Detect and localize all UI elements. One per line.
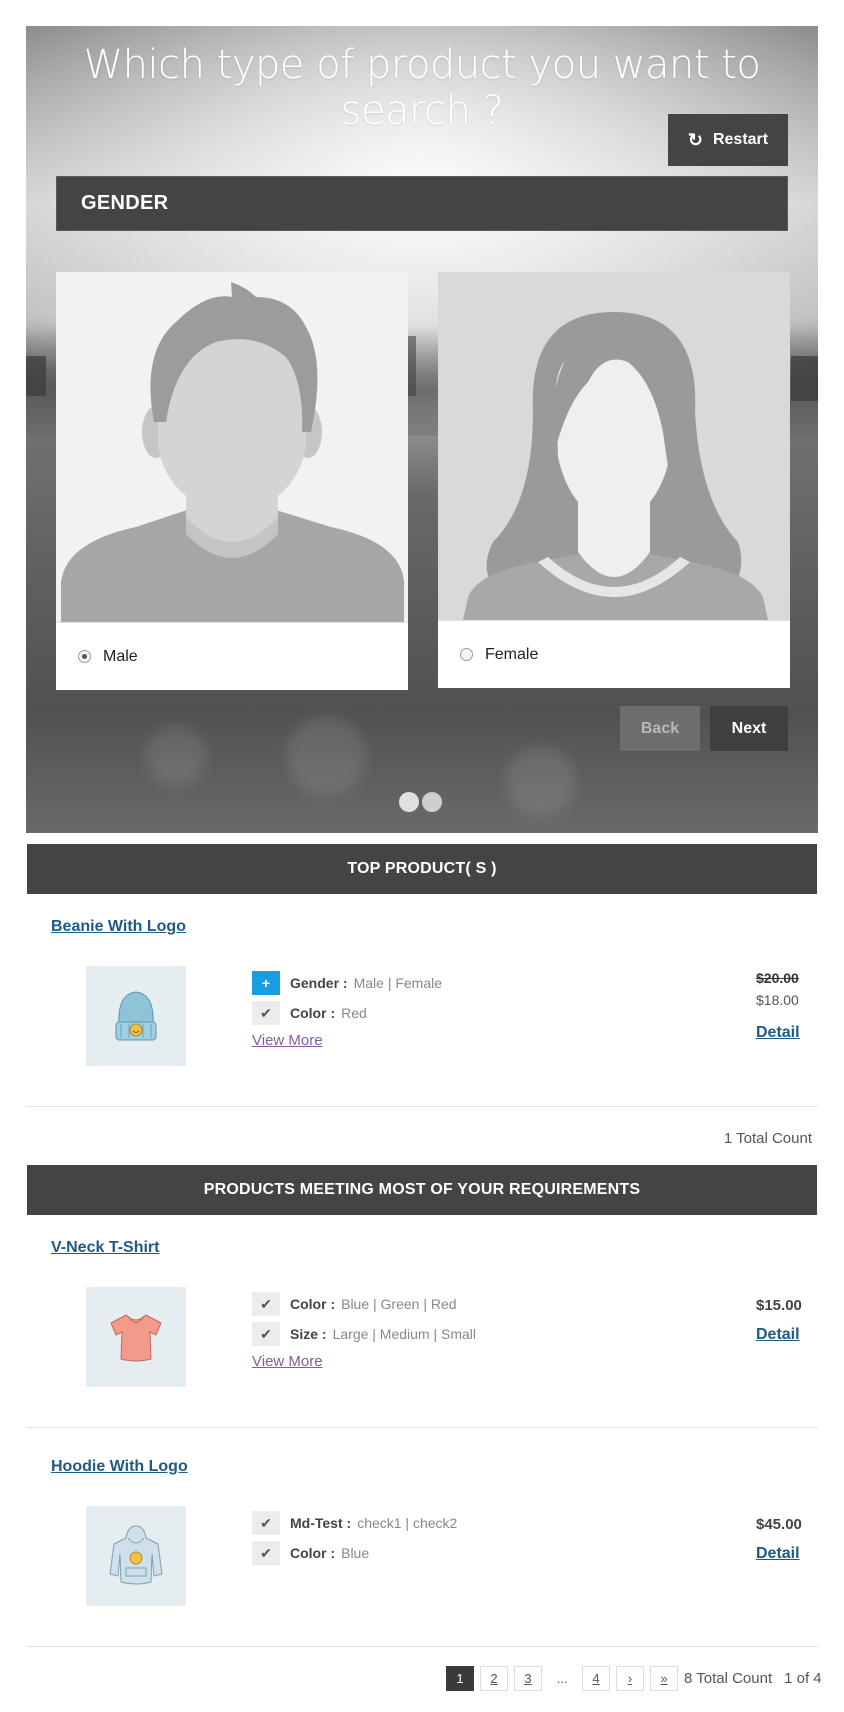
male-silhouette-icon	[56, 272, 408, 622]
top-products-total-count: 1 Total Count	[723, 1130, 812, 1147]
product-attributes: ✔ Color : Blue | Green | Red ✔ Size : La…	[252, 1291, 476, 1371]
divider	[26, 1646, 818, 1647]
option-female-label-row[interactable]: Female	[438, 620, 790, 688]
beanie-image-icon	[115, 991, 157, 1041]
pagination: 1 2 3 ... 4 › » 8 Total Count 1 of 4	[446, 1666, 822, 1691]
step-dot[interactable]	[422, 792, 442, 812]
product-thumbnail[interactable]	[86, 966, 186, 1066]
attribute-value: check1 | check2	[357, 1515, 458, 1531]
background-building	[26, 356, 46, 396]
attribute-row: ✔ Color : Red	[252, 1000, 442, 1026]
next-button[interactable]: Next	[710, 706, 788, 751]
attribute-key: Color :	[290, 1545, 336, 1561]
female-radio[interactable]	[460, 648, 473, 661]
check-icon: ✔	[252, 1511, 280, 1535]
check-icon: ✔	[252, 1292, 280, 1316]
detail-link[interactable]: Detail	[756, 1545, 802, 1563]
option-male[interactable]: Male	[56, 272, 408, 690]
price-column: $20.00 $18.00 Detail	[756, 970, 800, 1042]
page-link-4[interactable]: 4	[582, 1666, 610, 1691]
background-bokeh	[286, 716, 366, 796]
product-finder-wizard: Which type of product you want to search…	[26, 26, 818, 833]
check-icon: ✔	[252, 1001, 280, 1025]
step-dot[interactable]	[399, 792, 419, 812]
female-silhouette-icon	[438, 272, 790, 620]
check-icon: ✔	[252, 1541, 280, 1565]
female-label: Female	[485, 645, 539, 663]
attribute-value: Blue | Green | Red	[341, 1296, 457, 1312]
attribute-row: + Gender : Male | Female	[252, 970, 442, 996]
view-more-link[interactable]: View More	[252, 1032, 323, 1049]
attribute-key: Md-Test :	[290, 1515, 352, 1531]
detail-link[interactable]: Detail	[756, 1326, 802, 1344]
male-avatar-image	[56, 272, 408, 622]
background-bokeh	[146, 726, 206, 786]
check-icon: ✔	[252, 1322, 280, 1346]
restart-label: Restart	[712, 131, 769, 148]
refresh-icon: ↻	[687, 129, 703, 150]
restart-button[interactable]: ↻ Restart	[668, 114, 788, 166]
attribute-value: Large | Medium | Small	[332, 1326, 477, 1342]
attribute-key: Size :	[290, 1326, 327, 1342]
detail-link[interactable]: Detail	[756, 1024, 800, 1042]
product-title-link[interactable]: V-Neck T-Shirt	[51, 1239, 159, 1257]
product-title-link[interactable]: Hoodie With Logo	[51, 1458, 188, 1476]
attribute-key: Gender :	[290, 975, 348, 991]
price: $15.00	[756, 1297, 802, 1314]
product-attributes: + Gender : Male | Female ✔ Color : Red V…	[252, 970, 442, 1050]
product-item: Beanie With Logo + Gender : Male | Femal…	[26, 918, 818, 1098]
price-column: $15.00 Detail	[756, 1297, 802, 1344]
page-link-1[interactable]: 1	[446, 1666, 474, 1691]
page-link-2[interactable]: 2	[480, 1666, 508, 1691]
male-radio[interactable]	[78, 650, 91, 663]
sale-price: $18.00	[756, 992, 799, 1008]
attribute-row: ✔ Size : Large | Medium | Small	[252, 1321, 476, 1347]
product-thumbnail[interactable]	[86, 1506, 186, 1606]
total-count: 8 Total Count	[684, 1670, 773, 1687]
price-column: $45.00 Detail	[756, 1516, 802, 1563]
attribute-key: Color :	[290, 1005, 336, 1021]
attribute-row: ✔ Color : Blue | Green | Red	[252, 1291, 476, 1317]
price: $45.00	[756, 1516, 802, 1533]
option-female[interactable]: Female	[438, 272, 790, 688]
background-building	[791, 356, 818, 401]
product-item: Hoodie With Logo ✔ Md-Test : check1 | ch…	[26, 1458, 818, 1638]
matching-products-heading: PRODUCTS MEETING MOST OF YOUR REQUIREMEN…	[27, 1165, 817, 1215]
last-page-icon[interactable]: »	[650, 1666, 678, 1691]
page-ellipsis: ...	[548, 1666, 576, 1691]
female-avatar-image	[438, 272, 790, 620]
attribute-value: Blue	[341, 1545, 370, 1561]
attribute-row: ✔ Md-Test : check1 | check2	[252, 1510, 457, 1536]
page-of: 1 of 4	[784, 1670, 822, 1687]
next-page-icon[interactable]: ›	[616, 1666, 644, 1691]
option-male-label-row[interactable]: Male	[56, 622, 408, 690]
attribute-key: Color :	[290, 1296, 336, 1312]
product-thumbnail[interactable]	[86, 1287, 186, 1387]
product-item: V-Neck T-Shirt ✔ Color : Blue | Green | …	[26, 1239, 818, 1419]
product-title-link[interactable]: Beanie With Logo	[51, 918, 186, 936]
tshirt-image-icon	[110, 1314, 162, 1362]
original-price: $20.00	[756, 970, 799, 986]
view-more-link[interactable]: View More	[252, 1353, 323, 1370]
divider	[26, 1427, 818, 1428]
attribute-row: ✔ Color : Blue	[252, 1540, 457, 1566]
question-heading: GENDER	[56, 176, 788, 231]
step-indicator	[399, 792, 442, 812]
attribute-value: Red	[341, 1005, 367, 1021]
page-link-3[interactable]: 3	[514, 1666, 542, 1691]
divider	[26, 1106, 818, 1107]
back-button[interactable]: Back	[620, 706, 700, 751]
top-products-heading: TOP PRODUCT( S )	[27, 844, 817, 894]
product-attributes: ✔ Md-Test : check1 | check2 ✔ Color : Bl…	[252, 1510, 457, 1570]
male-label: Male	[103, 647, 138, 665]
hoodie-image-icon	[109, 1525, 163, 1585]
attribute-value: Male | Female	[353, 975, 443, 991]
background-bokeh	[506, 746, 576, 816]
expand-plus-icon[interactable]: +	[252, 971, 280, 995]
